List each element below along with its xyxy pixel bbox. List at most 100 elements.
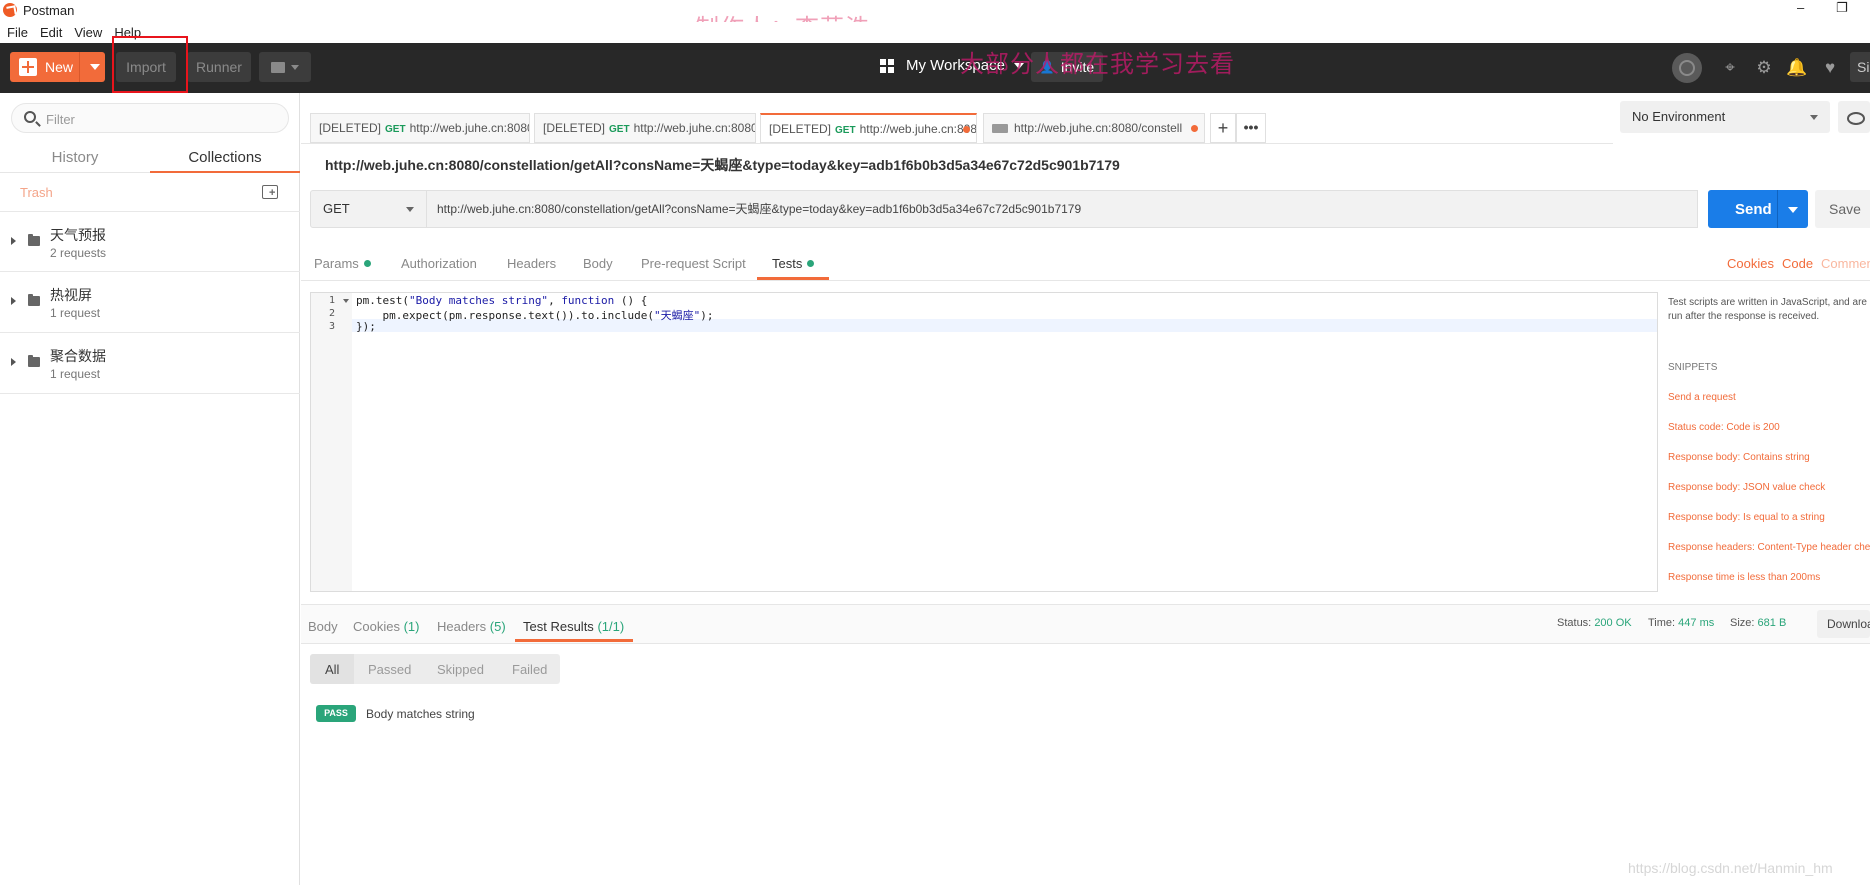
snippet-link[interactable]: Response headers: Content-Type header ch… [1668, 542, 1870, 553]
more-tabs-button[interactable]: ••• [1236, 113, 1266, 143]
snippet-link[interactable]: Response time is less than 200ms [1668, 572, 1820, 583]
tab-response-headers[interactable]: Headers (5) [437, 619, 506, 634]
request-tab[interactable]: [DELETED] GET http://web.juhe.cn:8080/c [310, 113, 530, 143]
tab-response-cookies[interactable]: Cookies (1) [353, 619, 419, 634]
minimize-button[interactable]: – [1797, 0, 1804, 15]
status-dot-icon [807, 260, 815, 267]
request-tab-active[interactable]: [DELETED] GET http://web.juhe.cn:808 [760, 113, 977, 143]
tab-tests[interactable]: Tests [772, 256, 815, 271]
new-collection-icon[interactable] [262, 185, 278, 199]
chevron-down-icon [406, 207, 414, 212]
tab-url: http://web.juhe.cn:808 [859, 122, 977, 136]
snippets-title: SNIPPETS [1668, 362, 1718, 373]
tab-method: GET [835, 125, 856, 136]
collection-count: 1 request [50, 367, 101, 381]
add-tab-button[interactable]: + [1210, 113, 1236, 143]
fold-arrow-icon[interactable] [343, 299, 349, 303]
heart-icon[interactable]: ♥ [1820, 58, 1840, 78]
title-bar: Postman [0, 0, 1870, 20]
sync-off-icon[interactable] [1672, 53, 1702, 83]
trash-link[interactable]: Trash [20, 185, 53, 200]
status-badge: PASS [316, 705, 356, 722]
tab-pre-request-script[interactable]: Pre-request Script [641, 256, 746, 271]
active-tab-indicator [515, 639, 633, 642]
method-label: GET [323, 201, 350, 216]
tests-code-editor[interactable]: 1 2 3 pm.test("Body matches string", fun… [310, 292, 1658, 592]
tab-test-results[interactable]: Test Results (1/1) [523, 619, 624, 634]
filter-failed[interactable]: Failed [512, 662, 547, 677]
environment-select[interactable]: No Environment [1620, 101, 1830, 133]
expand-arrow-icon[interactable] [11, 297, 16, 305]
send-dropdown-caret-icon[interactable] [1788, 207, 1798, 213]
sign-in-button[interactable]: Si [1850, 52, 1870, 82]
window-title: Postman [23, 2, 75, 18]
snippet-link[interactable]: Status code: Code is 200 [1668, 422, 1780, 433]
runner-button[interactable]: Runner [187, 52, 251, 82]
request-subtabs: Params Authorization Headers Body Pre-re… [301, 246, 1870, 281]
snippet-link[interactable]: Send a request [1668, 392, 1736, 403]
code-line: }); [356, 320, 376, 333]
comments-link[interactable]: Comments [1821, 256, 1870, 271]
tab-authorization[interactable]: Authorization [401, 256, 477, 271]
send-button[interactable]: Send [1708, 190, 1808, 228]
tab-headers[interactable]: Headers [507, 256, 556, 271]
new-button[interactable]: New [10, 52, 105, 82]
request-tab[interactable]: [DELETED] GET http://web.juhe.cn:8080/c [534, 113, 756, 143]
expand-arrow-icon[interactable] [11, 358, 16, 366]
tab-body[interactable]: Body [583, 256, 613, 271]
menu-edit[interactable]: Edit [40, 25, 62, 40]
new-dropdown-caret-icon[interactable] [90, 64, 100, 70]
header-toolbar: New Import Runner My Workspace 👤 Invite … [0, 43, 1870, 93]
environment-label: No Environment [1632, 109, 1726, 124]
expand-arrow-icon[interactable] [11, 237, 16, 245]
satellite-icon[interactable]: ⌖ [1720, 58, 1740, 78]
tab-params[interactable]: Params [314, 256, 371, 271]
tab-url: http://web.juhe.cn:8080/c [633, 121, 756, 135]
bell-icon[interactable]: 🔔 [1786, 58, 1807, 78]
eye-icon[interactable] [1838, 101, 1870, 133]
tab-collections[interactable]: Collections [150, 143, 300, 173]
plus-icon [19, 58, 37, 76]
sidebar-tabs: History Collections [0, 143, 300, 173]
collection-item[interactable]: 聚合数据 1 request [0, 333, 300, 394]
new-window-icon [271, 61, 285, 73]
collection-name: 聚合数据 [50, 348, 106, 364]
response-status: Status: 200 OK [1557, 617, 1632, 629]
new-window-caret-icon [291, 64, 299, 70]
code-link[interactable]: Code [1782, 256, 1813, 271]
new-window-button[interactable] [259, 52, 311, 82]
postman-logo-icon [3, 3, 17, 17]
snippet-link[interactable]: Response body: Is equal to a string [1668, 512, 1825, 523]
tab-response-body[interactable]: Body [308, 619, 338, 634]
snippet-link[interactable]: Response body: JSON value check [1668, 482, 1825, 493]
cookies-link[interactable]: Cookies [1727, 256, 1774, 271]
menu-file[interactable]: File [7, 25, 28, 40]
filter-skipped[interactable]: Skipped [437, 662, 484, 677]
collection-item[interactable]: 天气预报 2 requests [0, 211, 300, 272]
request-tab[interactable]: http://web.juhe.cn:8080/constell [983, 113, 1205, 143]
save-button[interactable]: Save [1815, 190, 1870, 228]
menu-view[interactable]: View [74, 25, 102, 40]
restore-button[interactable]: ❐ [1836, 0, 1848, 16]
settings-icon[interactable]: ⚙ [1754, 58, 1774, 78]
request-name: http://web.juhe.cn:8080/constellation/ge… [325, 157, 1120, 173]
code-line: pm.test("Body matches string", function … [356, 294, 648, 307]
tab-history[interactable]: History [0, 143, 150, 173]
filter-input[interactable]: Filter [11, 103, 289, 133]
method-select[interactable]: GET [310, 190, 427, 228]
line-number: 1 [329, 295, 336, 306]
filter-passed[interactable]: Passed [368, 662, 411, 677]
collection-item[interactable]: 热视屏 1 request [0, 272, 300, 333]
note-watermark: 大部分人都在我学习去看 [960, 50, 1235, 78]
tab-url: http://web.juhe.cn:8080/c [409, 121, 530, 135]
snippet-link[interactable]: Response body: Contains string [1668, 452, 1810, 463]
filter-placeholder: Filter [46, 112, 75, 127]
unsaved-dot-icon [963, 126, 970, 133]
send-label: Send [1735, 201, 1772, 218]
menu-bar: File Edit View Help [0, 22, 1870, 43]
url-input[interactable]: http://web.juhe.cn:8080/constellation/ge… [427, 190, 1698, 228]
unsaved-dot-icon [1191, 125, 1198, 132]
tab-prefix: [DELETED] [769, 122, 832, 136]
download-button[interactable]: Download [1817, 610, 1870, 638]
filter-all[interactable]: All [325, 662, 339, 677]
